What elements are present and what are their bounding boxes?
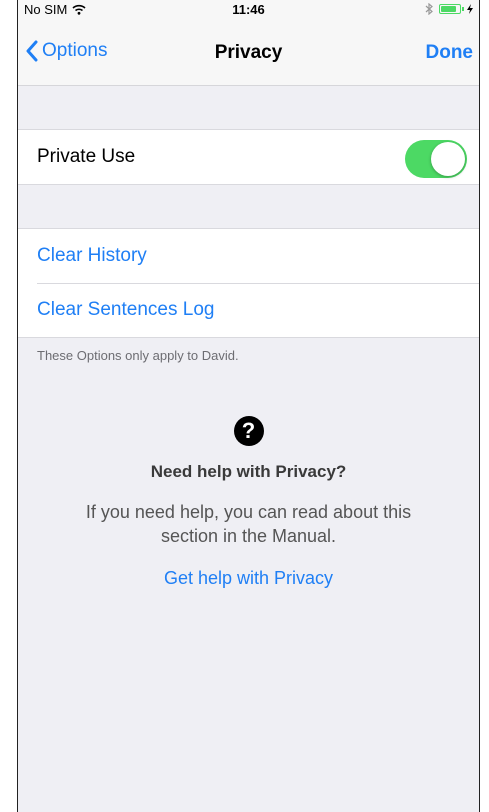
page-title: Privacy xyxy=(214,42,283,63)
clear-history-button[interactable]: Clear History xyxy=(18,229,479,283)
status-time: 11:46 xyxy=(232,2,265,17)
charging-icon xyxy=(467,4,473,14)
private-use-toggle[interactable] xyxy=(405,140,467,178)
battery-icon xyxy=(439,4,464,14)
help-body: If you need help, you can read about thi… xyxy=(85,502,412,546)
help-section: ? Need help with Privacy? If you need he… xyxy=(18,416,479,589)
private-use-row: Private Use xyxy=(18,130,479,184)
navigation-bar: Options Privacy Done xyxy=(18,20,479,86)
app-screen: No SIM 11:46 Options Privacy Done Privat… xyxy=(17,0,480,812)
status-right xyxy=(425,3,473,15)
status-bar: No SIM 11:46 xyxy=(18,0,479,20)
private-use-group: Private Use xyxy=(18,129,479,185)
toggle-knob xyxy=(431,142,465,176)
question-icon: ? xyxy=(233,416,264,446)
private-use-label: Private Use xyxy=(37,146,136,167)
clear-sentences-log-button[interactable]: Clear Sentences Log xyxy=(18,283,479,337)
section-footer-note: These Options only apply to David. xyxy=(37,348,239,363)
bluetooth-icon xyxy=(425,3,433,15)
help-title: Need help with Privacy? xyxy=(150,462,347,481)
get-help-link[interactable]: Get help with Privacy xyxy=(18,568,479,589)
clear-actions-group: Clear History Clear Sentences Log xyxy=(18,228,479,338)
done-button[interactable]: Done xyxy=(426,42,474,64)
